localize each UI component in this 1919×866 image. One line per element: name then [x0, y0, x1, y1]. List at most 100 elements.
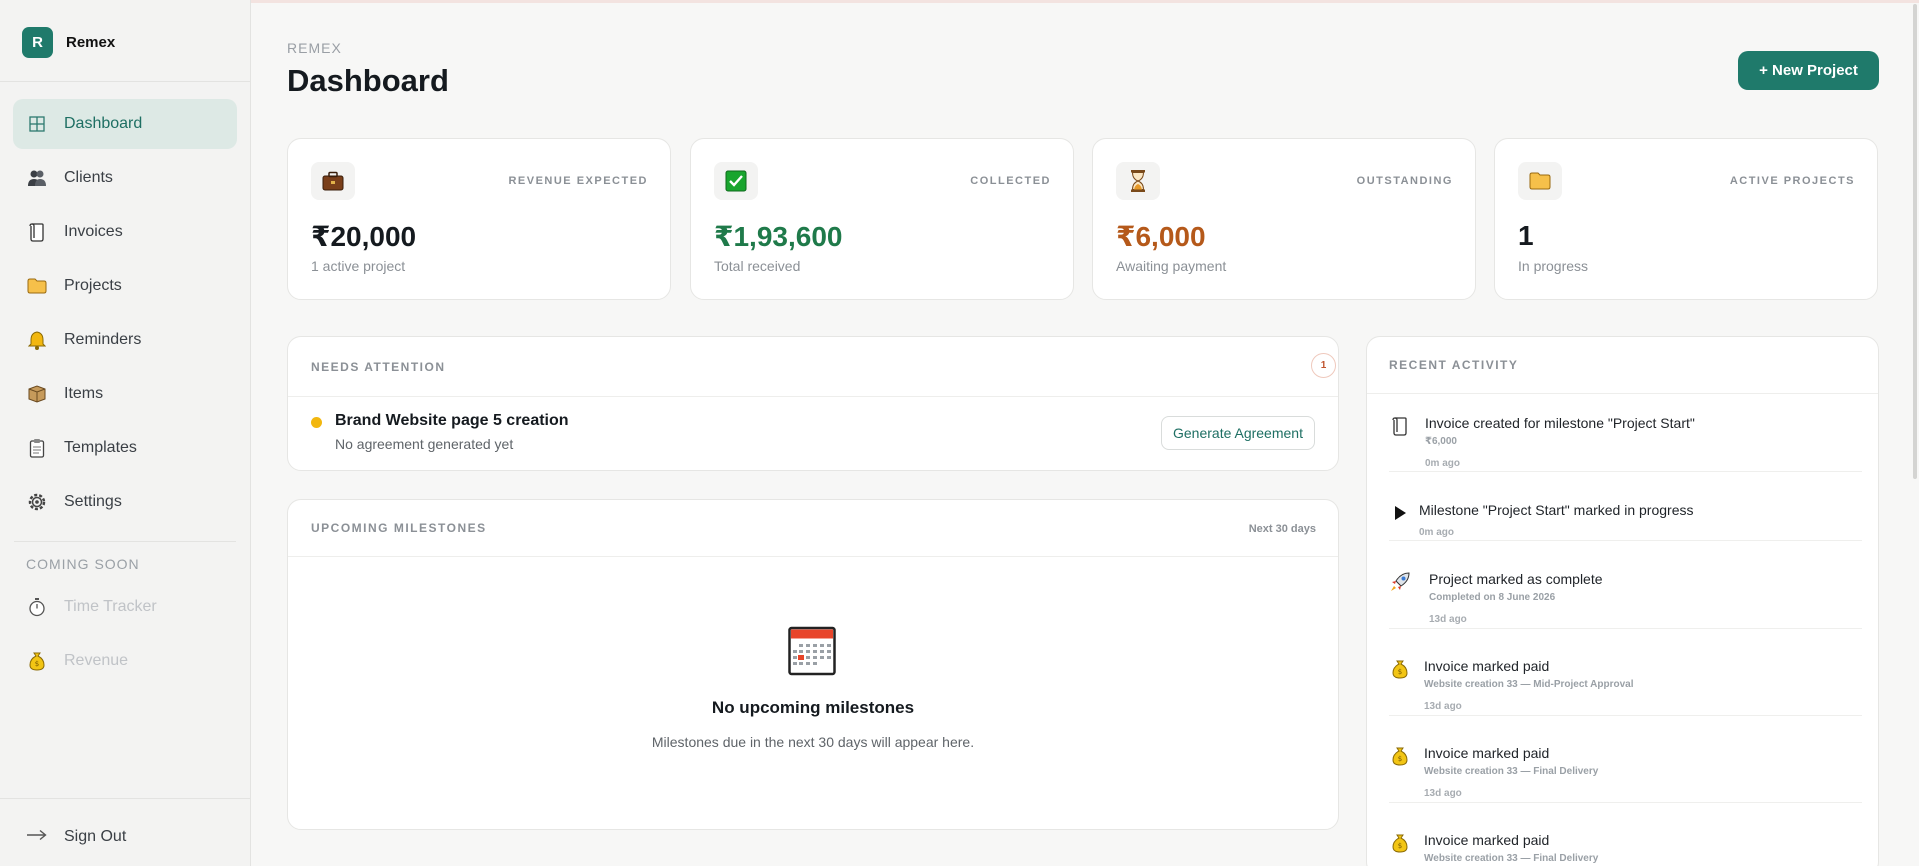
- clipboard-icon: [26, 437, 48, 459]
- generate-agreement-button[interactable]: Generate Agreement: [1161, 416, 1315, 450]
- box-icon: [26, 383, 48, 405]
- attention-item-title[interactable]: Brand Website page 5 creation: [335, 412, 569, 430]
- activity-time: 0m ago: [1419, 527, 1455, 538]
- stat-value: ₹20,000: [311, 221, 417, 252]
- activity-detail: Website creation 33 — Final Delivery: [1424, 766, 1599, 777]
- people-icon: [26, 167, 48, 189]
- breadcrumb: REMEX: [287, 40, 342, 56]
- activity-detail: ₹6,000: [1425, 436, 1457, 447]
- brand-name: Remex: [66, 34, 116, 51]
- stat-subtext: Total received: [714, 258, 801, 274]
- stat-subtext: In progress: [1518, 258, 1589, 274]
- sidebar-item-clients[interactable]: Clients: [13, 153, 237, 203]
- stopwatch-icon: [26, 596, 48, 618]
- money-bag-icon: $: [1389, 658, 1411, 680]
- divider: [1389, 715, 1862, 716]
- activity-time: 13d ago: [1424, 701, 1462, 712]
- panel-title: NEEDS ATTENTION: [311, 360, 446, 374]
- sidebar-item-reminders[interactable]: Reminders: [13, 315, 237, 365]
- rocket-icon: [1389, 571, 1411, 593]
- sidebar-item-label: Clients: [64, 169, 113, 186]
- money-bag-icon: $: [1389, 745, 1411, 767]
- hourglass-icon: [1116, 162, 1160, 200]
- svg-text:$: $: [1398, 842, 1402, 850]
- stat-card-outstanding: OUTSTANDING ₹6,000 Awaiting payment: [1092, 138, 1476, 300]
- stat-card-active-projects: ACTIVE PROJECTS 1 In progress: [1494, 138, 1878, 300]
- sign-out-label: Sign Out: [64, 828, 127, 845]
- activity-title: Invoice marked paid: [1424, 658, 1550, 674]
- stat-card-revenue-expected: REVENUE EXPECTED ₹20,000 1 active projec…: [287, 138, 671, 300]
- empty-state-title: No upcoming milestones: [711, 698, 915, 717]
- stat-label: OUTSTANDING: [1356, 175, 1453, 187]
- sidebar: R Remex Dashboard Clients Invoices Proje…: [0, 0, 251, 866]
- recent-activity-panel: RECENT ACTIVITY Invoice created for mile…: [1366, 336, 1879, 866]
- attention-count-badge: 1: [1311, 353, 1336, 378]
- svg-text:$: $: [1398, 755, 1402, 763]
- brand[interactable]: R Remex: [22, 27, 115, 58]
- page-title: Dashboard: [287, 63, 449, 98]
- activity-title: Invoice created for milestone "Project S…: [1425, 415, 1695, 431]
- activity-title: Invoice marked paid: [1424, 745, 1550, 761]
- divider: [0, 81, 250, 82]
- activity-detail: Website creation 33 — Final Delivery: [1424, 853, 1599, 864]
- divider: [288, 556, 1338, 557]
- sidebar-item-invoices[interactable]: Invoices: [13, 207, 237, 257]
- sidebar-item-templates[interactable]: Templates: [13, 423, 237, 473]
- needs-attention-panel: NEEDS ATTENTION 1 Brand Website page 5 c…: [287, 336, 1339, 471]
- divider: [1367, 393, 1878, 394]
- divider: [1389, 802, 1862, 803]
- divider: [1389, 471, 1862, 472]
- sidebar-item-label: Reminders: [64, 331, 142, 348]
- sidebar-item-time-tracker: Time Tracker: [13, 582, 237, 632]
- sidebar-item-settings[interactable]: Settings: [13, 477, 237, 527]
- sidebar-item-revenue: $ Revenue: [13, 636, 237, 686]
- panel-title: UPCOMING MILESTONES: [311, 521, 487, 535]
- money-bag-icon: $: [26, 650, 48, 672]
- sign-out-button[interactable]: Sign Out: [26, 828, 126, 846]
- arrow-right-icon: [26, 828, 48, 846]
- stat-value: ₹6,000: [1116, 221, 1206, 252]
- divider: [1389, 540, 1862, 541]
- sidebar-item-projects[interactable]: Projects: [13, 261, 237, 311]
- stat-value: 1: [1518, 220, 1534, 251]
- sidebar-item-label: Invoices: [64, 223, 123, 240]
- folder-icon: [1518, 162, 1562, 200]
- panel-title: RECENT ACTIVITY: [1389, 358, 1519, 372]
- sidebar-item-label: Revenue: [64, 652, 129, 669]
- scroll-icon: [1389, 415, 1411, 437]
- play-icon: [1389, 502, 1411, 524]
- page-scrollbar[interactable]: [1913, 4, 1917, 479]
- new-project-button[interactable]: + New Project: [1738, 51, 1879, 90]
- stat-card-collected: COLLECTED ₹1,93,600 Total received: [690, 138, 1074, 300]
- coming-soon-nav: Time Tracker $ Revenue: [13, 582, 237, 690]
- money-bag-icon: $: [1389, 832, 1411, 854]
- coming-soon-heading: COMING SOON: [26, 556, 140, 572]
- sidebar-item-label: Settings: [64, 493, 122, 510]
- stat-label: REVENUE EXPECTED: [508, 175, 648, 187]
- activity-title: Project marked as complete: [1429, 571, 1603, 587]
- stat-label: ACTIVE PROJECTS: [1729, 175, 1855, 187]
- stat-subtext: Awaiting payment: [1116, 258, 1227, 274]
- sidebar-item-label: Items: [64, 385, 104, 402]
- divider: [288, 396, 1338, 397]
- calendar-icon: [788, 626, 836, 681]
- sidebar-item-dashboard[interactable]: Dashboard: [13, 99, 237, 149]
- upcoming-milestones-panel: UPCOMING MILESTONES Next 30 days No upco…: [287, 499, 1339, 830]
- sidebar-nav: Dashboard Clients Invoices Projects Remi…: [13, 99, 237, 531]
- divider: [1389, 628, 1862, 629]
- scroll-icon: [26, 221, 48, 243]
- activity-detail: Website creation 33 — Mid-Project Approv…: [1424, 679, 1634, 690]
- activity-time: 13d ago: [1424, 788, 1462, 799]
- activity-title: Milestone "Project Start" marked in prog…: [1419, 502, 1694, 518]
- divider: [0, 798, 250, 799]
- sidebar-item-label: Dashboard: [64, 115, 143, 132]
- sidebar-item-items[interactable]: Items: [13, 369, 237, 419]
- sidebar-item-label: Time Tracker: [64, 598, 157, 615]
- gear-icon: [26, 491, 48, 513]
- stat-subtext: 1 active project: [311, 258, 406, 274]
- brand-logo: R: [22, 27, 53, 58]
- divider: [14, 541, 236, 542]
- svg-text:$: $: [1398, 668, 1402, 676]
- attention-item-subtitle: No agreement generated yet: [335, 436, 514, 452]
- sidebar-item-label: Templates: [64, 439, 137, 456]
